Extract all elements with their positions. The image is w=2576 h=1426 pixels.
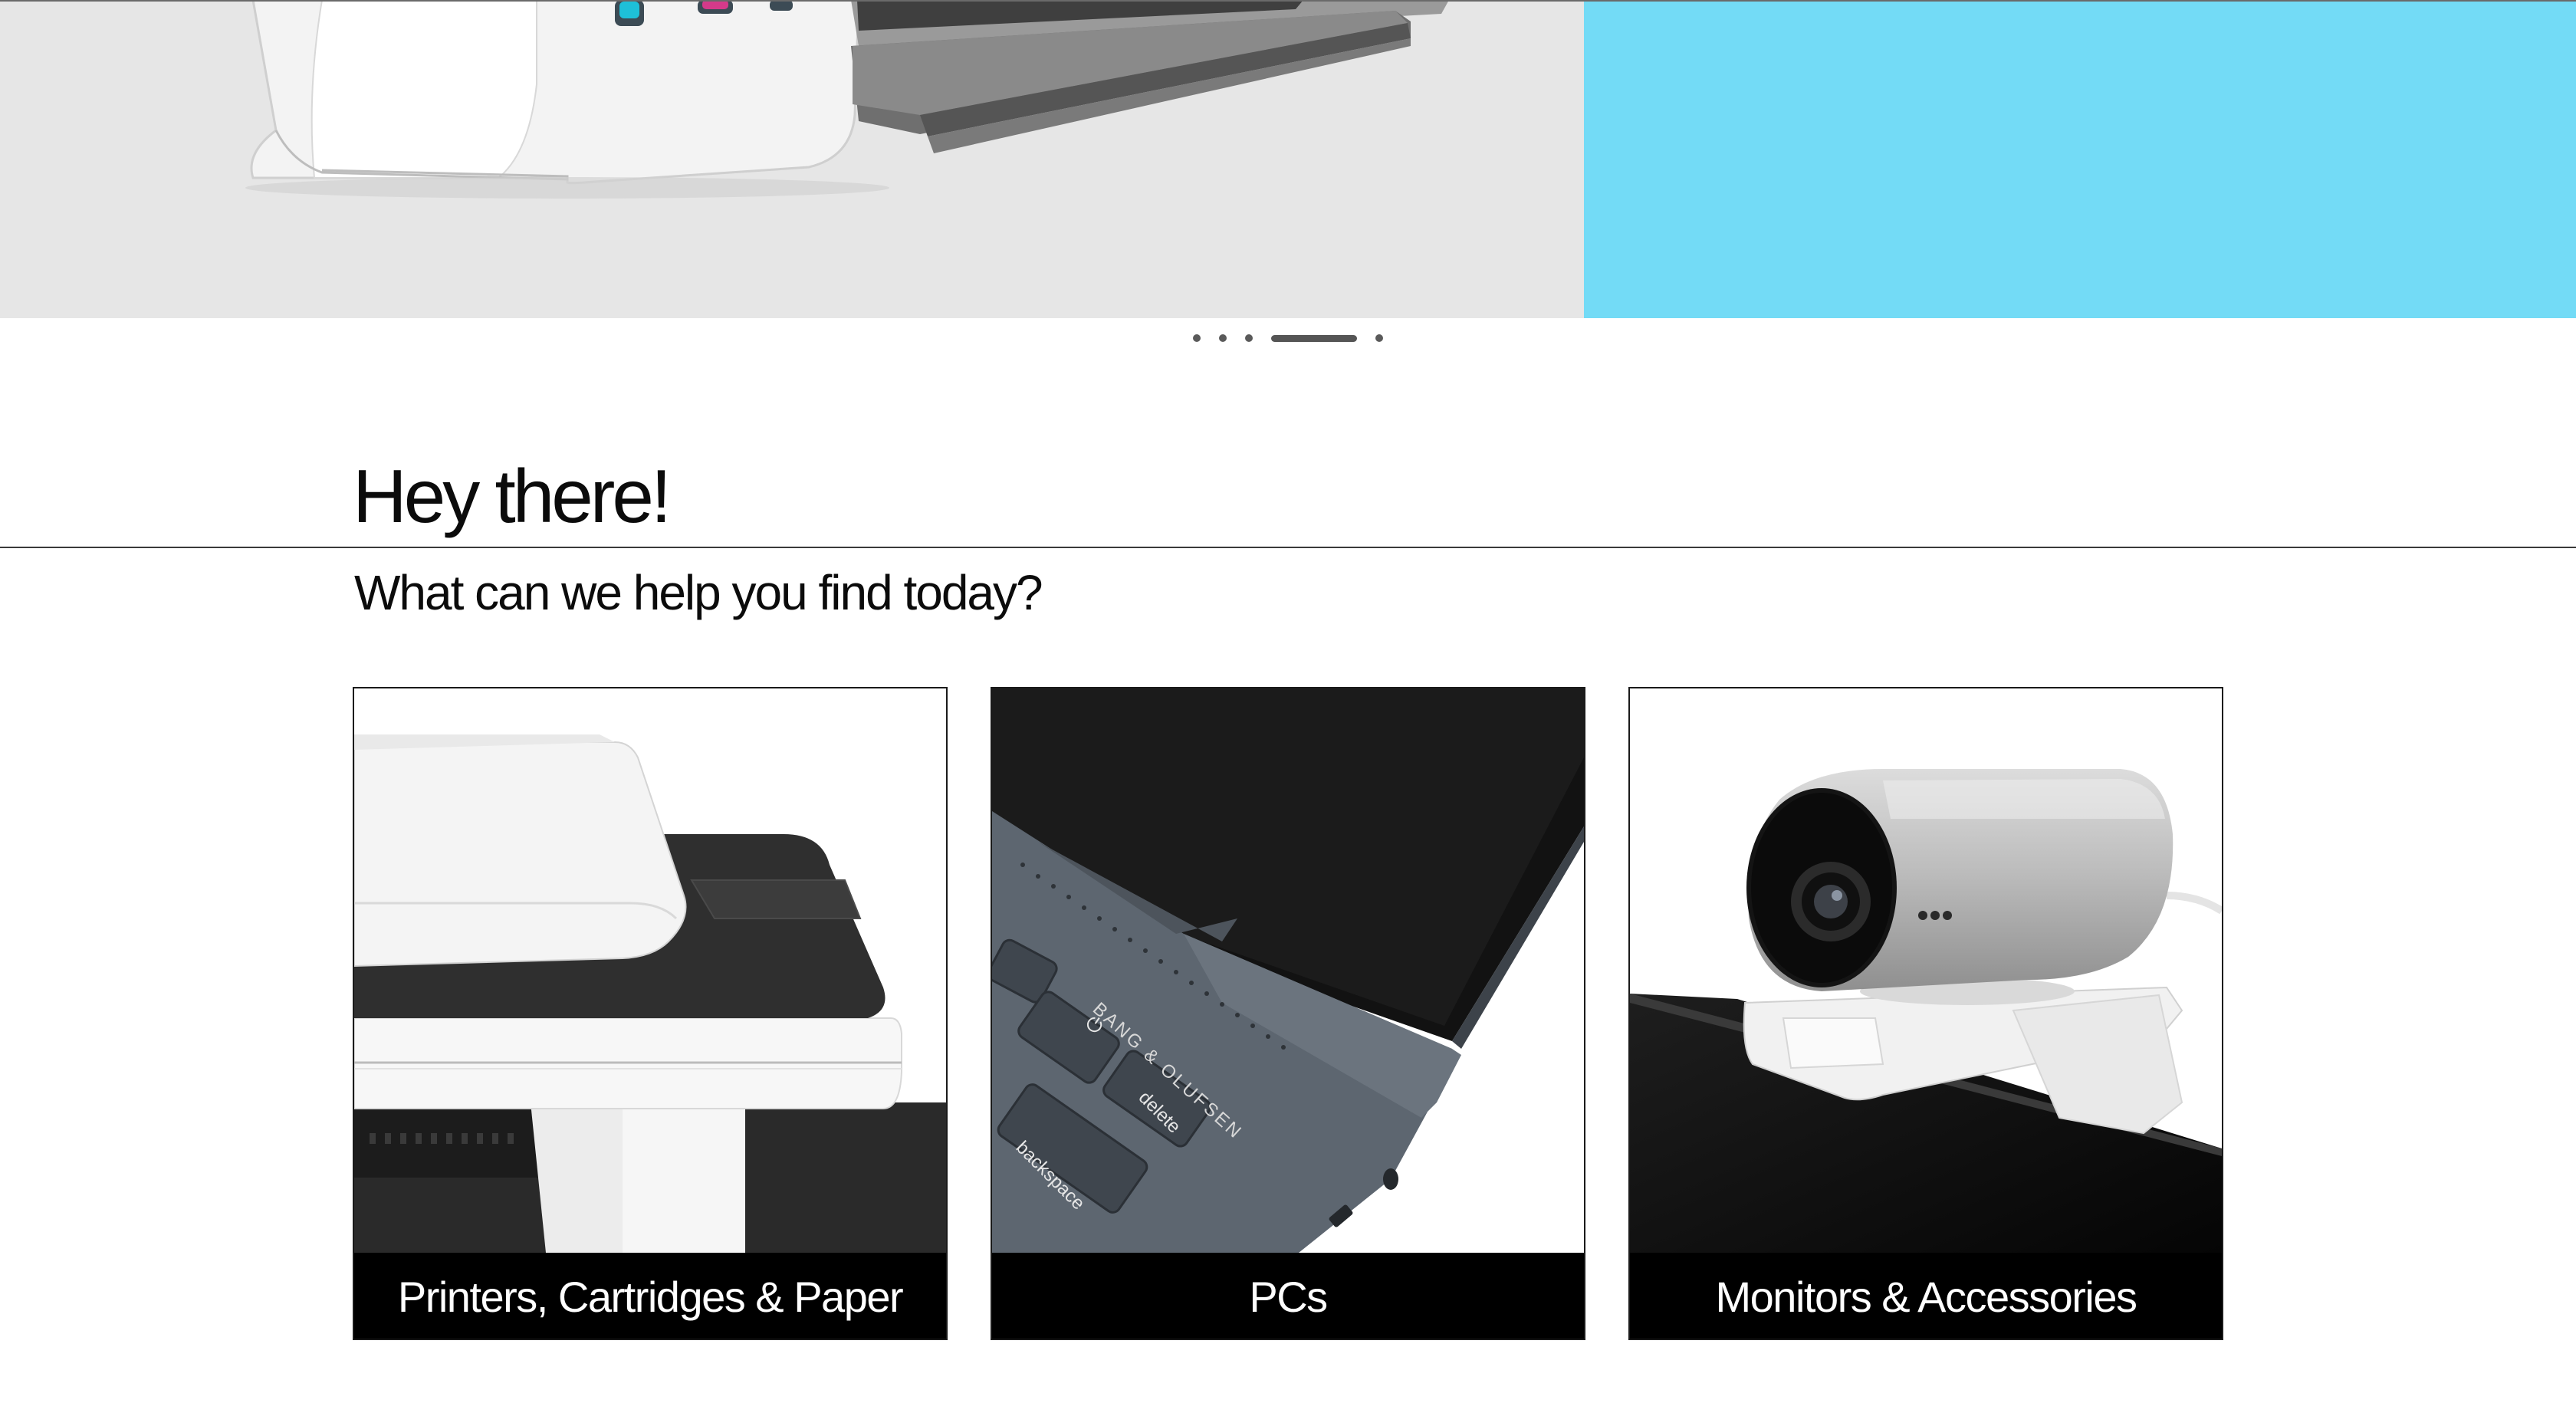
carousel-dot-5[interactable]	[1375, 334, 1383, 342]
category-card-monitors[interactable]: Monitors & Accessories	[1628, 687, 2223, 1340]
hero-slide-image[interactable]	[0, 0, 1584, 318]
category-label-bar: Monitors & Accessories	[1630, 1253, 2222, 1339]
hero-slide-next-preview[interactable]	[1584, 0, 2576, 318]
page: Hey there! What can we help you find tod…	[0, 0, 2576, 1426]
laptop-image: ⏻ delete backspace BANG & OLUFSEN	[992, 688, 1584, 1253]
category-label-pcs: PCs	[1249, 1272, 1328, 1321]
hero-carousel[interactable]	[0, 0, 2576, 318]
carousel-dot-2[interactable]	[1219, 334, 1227, 342]
category-label-bar: Printers, Cartridges & Paper	[354, 1253, 946, 1339]
carousel-dot-1[interactable]	[1193, 334, 1201, 342]
carousel-pagination	[0, 331, 2576, 343]
category-card-printers[interactable]: Printers, Cartridges & Paper	[353, 687, 948, 1340]
category-label-bar: PCs	[992, 1253, 1584, 1339]
greeting-title: Hey there!	[353, 454, 672, 538]
printer-image	[354, 688, 946, 1253]
hero-top-border	[0, 0, 2576, 2]
section-divider	[0, 547, 2576, 548]
category-card-pcs[interactable]: ⏻ delete backspace BANG & OLUFSEN PCs	[991, 687, 1585, 1340]
printer-hero-image	[245, 0, 1449, 199]
greeting-subtitle: What can we help you find today?	[354, 565, 1043, 620]
category-label-printers: Printers, Cartridges & Paper	[397, 1272, 904, 1321]
webcam-image	[1630, 688, 2222, 1253]
carousel-dot-4-active[interactable]	[1271, 335, 1357, 342]
category-label-monitors: Monitors & Accessories	[1715, 1272, 2137, 1321]
carousel-dot-3[interactable]	[1245, 334, 1253, 342]
